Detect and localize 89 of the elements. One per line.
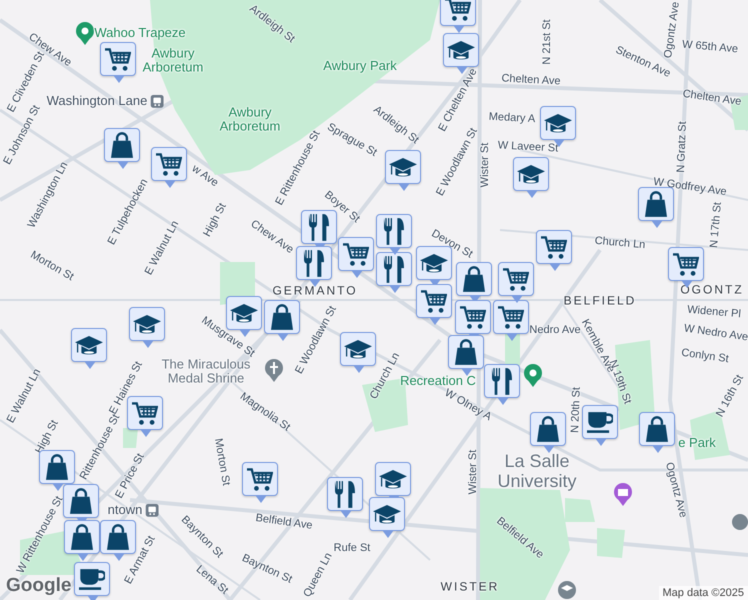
street-label: Nedro Ave (529, 324, 581, 336)
cart-icon (498, 306, 524, 328)
station-label: ntown (108, 502, 158, 518)
street-label: Chelten Ave (682, 88, 742, 108)
station-label: Washington Lane (46, 94, 164, 108)
cart-icon (673, 252, 699, 276)
street-label: W Laveer St (497, 139, 559, 155)
district-label: WISTER (440, 580, 500, 594)
park-area (690, 410, 730, 460)
coffee-cup-icon (79, 568, 105, 590)
university-label: La Salle University (496, 452, 578, 492)
fork-knife-icon (492, 368, 512, 394)
street-label: W Nedro Ave (683, 322, 748, 344)
street-label: Chelten Ave (501, 72, 561, 88)
cart-icon (421, 290, 447, 312)
street-label: Rufe St (334, 542, 370, 554)
coffee-cup-icon (587, 412, 613, 432)
district-label: GERMANTO (272, 284, 358, 298)
park-label: e Park (677, 436, 717, 450)
shopping-bag-icon (463, 266, 485, 292)
street-label: High St (201, 201, 229, 239)
graduation-cap-icon (75, 336, 103, 354)
district-label: BELFIELD (564, 294, 636, 308)
fork-knife-icon (384, 218, 404, 244)
street-label: N 17th St (708, 202, 724, 248)
graduation-cap-icon (420, 254, 448, 272)
graduation-cap-icon (517, 164, 545, 184)
google-logo: Google (6, 575, 72, 597)
fork-knife-icon (384, 256, 404, 282)
museum-icon (614, 483, 632, 506)
street-label: Morton St (212, 437, 232, 487)
cart-icon (541, 236, 567, 258)
shopping-bag-icon (645, 191, 667, 217)
fork-knife-icon (335, 480, 355, 508)
cart-icon (445, 0, 471, 20)
street-label: Conlyn St (680, 346, 730, 366)
street-label: E Price St (113, 452, 147, 500)
pin-icon (524, 364, 542, 387)
graduation-cap-icon (344, 340, 372, 358)
street-label: Ogontz Ave (662, 461, 690, 519)
street-label: Medary A (488, 110, 536, 126)
shopping-bag-icon (70, 488, 92, 514)
park-label: Awbury Park (322, 58, 398, 74)
graduation-cap-icon (544, 114, 572, 132)
cart-icon (247, 468, 273, 490)
shopping-bag-icon (455, 339, 477, 365)
street-label: w Ave (190, 162, 220, 190)
shopping-bag-icon (271, 304, 293, 330)
street-label: Church Ln (594, 234, 646, 252)
place-label: Wahoo Trapeze (94, 26, 186, 40)
street-label: N 20th St (569, 386, 583, 434)
cart-icon (343, 242, 369, 266)
street-label: N Gratz St (675, 121, 689, 173)
street-label: Wister St (466, 450, 480, 494)
shopping-bag-icon (646, 416, 668, 442)
cart-icon (156, 152, 182, 176)
street-label: W Godfrey Ave (652, 176, 728, 198)
shopping-bag-icon (111, 132, 133, 158)
park-label: Awbury Arboretum (218, 106, 282, 134)
street-label: N 21st St (540, 19, 554, 65)
cart-icon (460, 306, 486, 328)
graduation-cap-icon (373, 504, 401, 524)
district-label: OGONTZ (680, 283, 744, 297)
shopping-bag-icon (71, 524, 93, 550)
graduation-cap-icon (389, 158, 417, 176)
cart-icon (105, 48, 131, 70)
park-label: Recreation C (399, 374, 477, 388)
cart-icon (503, 268, 529, 290)
graduation-cap-icon (379, 470, 407, 488)
street-label: W 65th Ave (682, 38, 738, 56)
shopping-bag-icon (46, 454, 68, 480)
shopping-bag-icon (107, 524, 129, 550)
street-label: Belfield Ave (254, 512, 314, 532)
street-label: High St (33, 418, 61, 456)
place-label: The Miraculous Medal Shrine (160, 358, 250, 386)
street-label: Ogontz Ave (662, 1, 682, 59)
street-label: Wister St (478, 142, 492, 188)
shopping-bag-icon (537, 416, 559, 442)
street-label: N 16th St (714, 372, 746, 420)
park-label: Awbury Arboretum (142, 46, 204, 76)
fork-knife-icon (309, 214, 329, 240)
graduation-cap-icon (447, 40, 475, 60)
fork-knife-icon (304, 250, 324, 276)
graduation-cap-icon (133, 314, 161, 334)
pin-icon (76, 22, 94, 45)
park-area (597, 528, 625, 558)
street-label: Widener Pl (686, 304, 742, 320)
cross-pin-icon (265, 359, 283, 382)
map-attribution: Map data ©2025 (658, 586, 748, 600)
